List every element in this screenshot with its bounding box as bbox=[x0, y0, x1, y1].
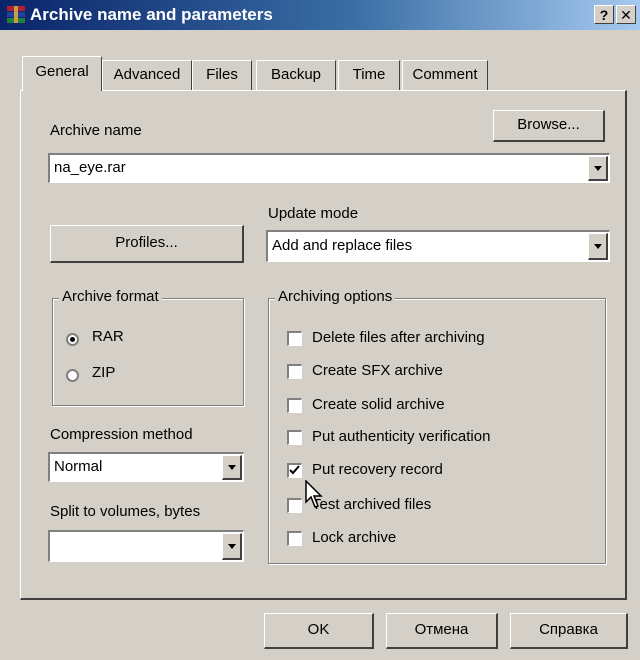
title-bar[interactable]: Archive name and parameters ? ✕ bbox=[0, 0, 640, 30]
archive-name-combo[interactable]: na_eye.rar bbox=[48, 153, 610, 183]
zip-radio[interactable] bbox=[66, 369, 79, 382]
recovery-record-checkbox[interactable] bbox=[287, 463, 302, 478]
tab-advanced[interactable]: Advanced bbox=[102, 60, 192, 90]
delete-files-checkbox[interactable] bbox=[287, 331, 302, 346]
update-mode-select[interactable]: Add and replace files bbox=[266, 230, 610, 262]
cancel-button[interactable]: Отмена bbox=[386, 613, 498, 649]
mouse-cursor-icon bbox=[305, 480, 323, 508]
archiving-options-title: Archiving options bbox=[275, 288, 396, 305]
tab-files[interactable]: Files bbox=[192, 60, 252, 90]
rar-radio[interactable] bbox=[66, 333, 79, 346]
help-button[interactable]: Справка bbox=[510, 613, 628, 649]
chevron-down-icon[interactable] bbox=[588, 233, 608, 260]
rar-label[interactable]: RAR bbox=[92, 328, 124, 345]
archive-name-value: na_eye.rar bbox=[54, 159, 126, 176]
compression-method-label: Compression method bbox=[50, 426, 193, 443]
chevron-down-icon[interactable] bbox=[222, 455, 242, 480]
lock-archive-label[interactable]: Lock archive bbox=[312, 529, 396, 546]
split-volumes-label: Split to volumes, bytes bbox=[50, 503, 201, 520]
create-solid-checkbox[interactable] bbox=[287, 398, 302, 413]
help-title-button[interactable]: ? bbox=[594, 5, 614, 24]
chevron-down-icon[interactable] bbox=[222, 533, 242, 560]
tab-backup[interactable]: Backup bbox=[256, 60, 336, 90]
create-sfx-checkbox[interactable] bbox=[287, 364, 302, 379]
archive-format-group: Archive format bbox=[52, 288, 244, 406]
lock-archive-checkbox[interactable] bbox=[287, 531, 302, 546]
create-sfx-label[interactable]: Create SFX archive bbox=[312, 362, 443, 379]
recovery-record-label[interactable]: Put recovery record bbox=[312, 461, 443, 478]
authenticity-label[interactable]: Put authenticity verification bbox=[312, 428, 490, 445]
close-icon[interactable]: ✕ bbox=[616, 5, 636, 24]
browse-button[interactable]: Browse... bbox=[493, 110, 605, 142]
zip-label[interactable]: ZIP bbox=[92, 364, 115, 381]
ok-button[interactable]: OK bbox=[264, 613, 374, 649]
authenticity-checkbox[interactable] bbox=[287, 430, 302, 445]
tab-time[interactable]: Time bbox=[338, 60, 400, 90]
compression-method-select[interactable]: Normal bbox=[48, 452, 244, 482]
window-title: Archive name and parameters bbox=[30, 5, 273, 24]
split-volumes-combo[interactable] bbox=[48, 530, 244, 562]
archive-name-label: Archive name bbox=[50, 122, 142, 139]
delete-files-label[interactable]: Delete files after archiving bbox=[312, 329, 485, 346]
test-files-label[interactable]: Test archived files bbox=[312, 496, 431, 513]
update-mode-value: Add and replace files bbox=[272, 237, 413, 254]
update-mode-label: Update mode bbox=[268, 205, 359, 222]
create-solid-label[interactable]: Create solid archive bbox=[312, 396, 445, 413]
chevron-down-icon[interactable] bbox=[588, 156, 608, 181]
checkmark-icon bbox=[289, 465, 300, 475]
tab-comment[interactable]: Comment bbox=[402, 60, 488, 90]
archive-format-title: Archive format bbox=[59, 288, 162, 305]
compression-method-value: Normal bbox=[54, 458, 103, 475]
test-files-checkbox[interactable] bbox=[287, 498, 302, 513]
tab-general[interactable]: General bbox=[22, 56, 102, 91]
profiles-button[interactable]: Profiles... bbox=[50, 225, 244, 263]
winrar-icon bbox=[7, 6, 25, 23]
